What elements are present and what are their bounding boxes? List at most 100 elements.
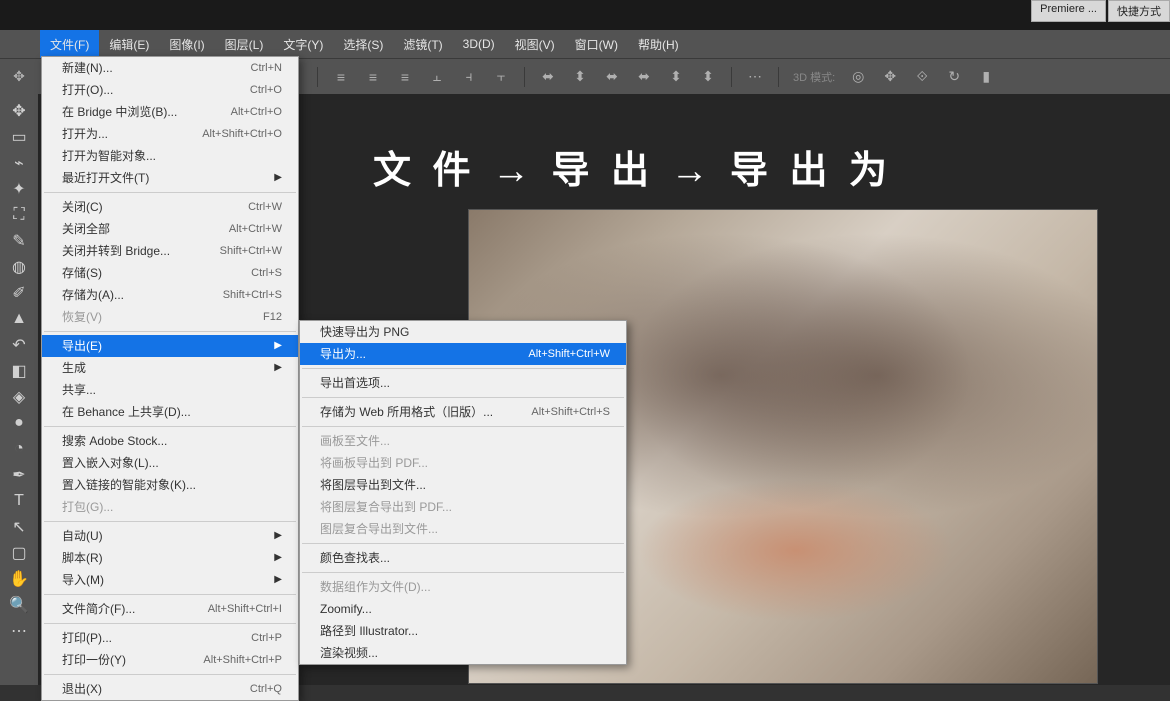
file-menu-item-2[interactable]: 在 Bridge 中浏览(B)...Alt+Ctrl+O: [42, 101, 298, 123]
align-right-icon[interactable]: ≡: [396, 68, 414, 86]
file-menu-item-24[interactable]: 自动(U)▶: [42, 525, 298, 547]
file-menu-item-25[interactable]: 脚本(R)▶: [42, 547, 298, 569]
file-menu-item-9[interactable]: 关闭并转到 Bridge...Shift+Ctrl+W: [42, 240, 298, 262]
heal-tool[interactable]: ◍: [4, 255, 34, 279]
export-menu-item-16[interactable]: Zoomify...: [300, 598, 626, 620]
dolly-icon[interactable]: ⟐: [913, 68, 931, 86]
taskbar-shortcut[interactable]: 快捷方式: [1108, 0, 1170, 22]
distribute-icon-3[interactable]: ⬌: [603, 68, 621, 86]
align-center-icon[interactable]: ≡: [364, 68, 382, 86]
file-menu-item-8[interactable]: 关闭全部Alt+Ctrl+W: [42, 218, 298, 240]
export-menu-item-18[interactable]: 渲染视频...: [300, 642, 626, 664]
stamp-tool[interactable]: ▲: [4, 307, 34, 331]
history-brush-tool[interactable]: ↶: [4, 333, 34, 357]
file-menu-item-26[interactable]: 导入(M) ▶: [42, 569, 298, 591]
crop-tool[interactable]: ⛶: [4, 203, 34, 227]
menu-image[interactable]: 图像(I): [159, 30, 214, 59]
submenu-arrow-icon: ▶: [274, 572, 282, 588]
file-menu-item-33[interactable]: 退出(X)Ctrl+Q: [42, 678, 298, 700]
distribute-icon-6[interactable]: ⬍: [699, 68, 717, 86]
dodge-tool[interactable]: ◔: [4, 437, 34, 461]
file-menu-item-5[interactable]: 最近打开文件(T)▶: [42, 167, 298, 189]
menu-view[interactable]: 视图(V): [505, 30, 565, 59]
file-menu-item-30[interactable]: 打印(P)...Ctrl+P: [42, 627, 298, 649]
menu-select[interactable]: 选择(S): [333, 30, 393, 59]
export-menu-item-3[interactable]: 导出首选项...: [300, 372, 626, 394]
distribute-icon-5[interactable]: ⬍: [667, 68, 685, 86]
export-menu-item-17[interactable]: 路径到 Illustrator...: [300, 620, 626, 642]
blur-tool[interactable]: ●: [4, 411, 34, 435]
file-menu-item-3[interactable]: 打开为...Alt+Shift+Ctrl+O: [42, 123, 298, 145]
orbit-icon[interactable]: ◎: [849, 68, 867, 86]
menu-layer[interactable]: 图层(L): [215, 30, 274, 59]
file-menu-item-label: 恢复(V): [62, 309, 102, 325]
more-icon[interactable]: ⋯: [746, 68, 764, 86]
submenu-arrow-icon: ▶: [274, 528, 282, 544]
export-menu-item-9[interactable]: 将图层导出到文件...: [300, 474, 626, 496]
taskbar-premiere[interactable]: Premiere ...: [1031, 0, 1106, 22]
eraser-tool[interactable]: ◧: [4, 359, 34, 383]
align-bottom-icon[interactable]: ⫟: [492, 68, 510, 86]
file-menu-item-7[interactable]: 关闭(C)Ctrl+W: [42, 196, 298, 218]
marquee-tool[interactable]: ▭: [4, 125, 34, 149]
file-menu-item-14[interactable]: 导出(E)▶: [42, 335, 298, 357]
file-menu-item-19[interactable]: 搜索 Adobe Stock...: [42, 430, 298, 452]
file-menu-item-10[interactable]: 存储(S)Ctrl+S: [42, 262, 298, 284]
file-menu-item-31[interactable]: 打印一份(Y)Alt+Shift+Ctrl+P: [42, 649, 298, 671]
file-menu-item-label: 导入(M): [62, 572, 104, 588]
lasso-tool[interactable]: ⌁: [4, 151, 34, 175]
menu-file[interactable]: 文件(F): [40, 30, 99, 59]
eyedropper-tool[interactable]: ✎: [4, 229, 34, 253]
zoom-tool[interactable]: 🔍: [4, 593, 34, 617]
export-menu-item-0[interactable]: 快速导出为 PNG: [300, 321, 626, 343]
file-menu-item-label: 打开为...: [62, 126, 108, 142]
menu-edit[interactable]: 编辑(E): [99, 30, 159, 59]
type-tool[interactable]: T: [4, 489, 34, 513]
file-menu-item-17[interactable]: 在 Behance 上共享(D)...: [42, 401, 298, 423]
file-menu-item-4[interactable]: 打开为智能对象...: [42, 145, 298, 167]
align-middle-icon[interactable]: ⫞: [460, 68, 478, 86]
file-menu-item-shortcut: Shift+Ctrl+W: [220, 243, 282, 259]
distribute-v-icon[interactable]: ⬍: [571, 68, 589, 86]
file-menu-item-20[interactable]: 置入嵌入对象(L)...: [42, 452, 298, 474]
export-menu-item-5[interactable]: 存储为 Web 所用格式（旧版）...Alt+Shift+Ctrl+S: [300, 401, 626, 423]
file-menu-item-label: 在 Behance 上共享(D)...: [62, 404, 191, 420]
file-menu-item-15[interactable]: 生成▶: [42, 357, 298, 379]
pan-icon[interactable]: ✥: [881, 68, 899, 86]
hand-tool[interactable]: ✋: [4, 567, 34, 591]
file-menu-item-0[interactable]: 新建(N)...Ctrl+N: [42, 57, 298, 79]
menu-3d[interactable]: 3D(D): [453, 31, 505, 57]
export-menu-separator: [302, 397, 624, 398]
menu-help[interactable]: 帮助(H): [628, 30, 689, 59]
wand-tool[interactable]: ✦: [4, 177, 34, 201]
file-menu-item-28[interactable]: 文件简介(F)...Alt+Shift+Ctrl+I: [42, 598, 298, 620]
menu-filter[interactable]: 滤镜(T): [393, 30, 452, 59]
export-menu-item-label: Zoomify...: [320, 601, 372, 617]
toolbar-more[interactable]: ⋯: [4, 619, 34, 643]
distribute-h-icon[interactable]: ⬌: [539, 68, 557, 86]
export-menu-item-1[interactable]: 导出为...Alt+Shift+Ctrl+W: [300, 343, 626, 365]
file-menu-item-label: 关闭全部: [62, 221, 110, 237]
distribute-icon-4[interactable]: ⬌: [635, 68, 653, 86]
gradient-tool[interactable]: ◈: [4, 385, 34, 409]
file-menu-item-11[interactable]: 存储为(A)...Shift+Ctrl+S: [42, 284, 298, 306]
menu-type[interactable]: 文字(Y): [273, 30, 333, 59]
align-left-icon[interactable]: ≡: [332, 68, 350, 86]
export-menu-item-10: 将图层复合导出到 PDF...: [300, 496, 626, 518]
file-menu-item-1[interactable]: 打开(O)...Ctrl+O: [42, 79, 298, 101]
path-tool[interactable]: ↖: [4, 515, 34, 539]
pen-tool[interactable]: ✒: [4, 463, 34, 487]
move-tool-icon[interactable]: ✥: [10, 68, 28, 86]
shape-tool[interactable]: ▢: [4, 541, 34, 565]
align-top-icon[interactable]: ⫠: [428, 68, 446, 86]
file-menu-item-16[interactable]: 共享...: [42, 379, 298, 401]
brush-tool[interactable]: ✐: [4, 281, 34, 305]
move-tool[interactable]: ✥: [4, 99, 34, 123]
menu-window[interactable]: 窗口(W): [565, 30, 628, 59]
camera-icon[interactable]: ▮: [977, 68, 995, 86]
file-menu-item-label: 置入嵌入对象(L)...: [62, 455, 159, 471]
file-menu-separator: [44, 674, 296, 675]
file-menu-item-21[interactable]: 置入链接的智能对象(K)...: [42, 474, 298, 496]
export-menu-item-13[interactable]: 颜色查找表...: [300, 547, 626, 569]
rotate-icon[interactable]: ↻: [945, 68, 963, 86]
